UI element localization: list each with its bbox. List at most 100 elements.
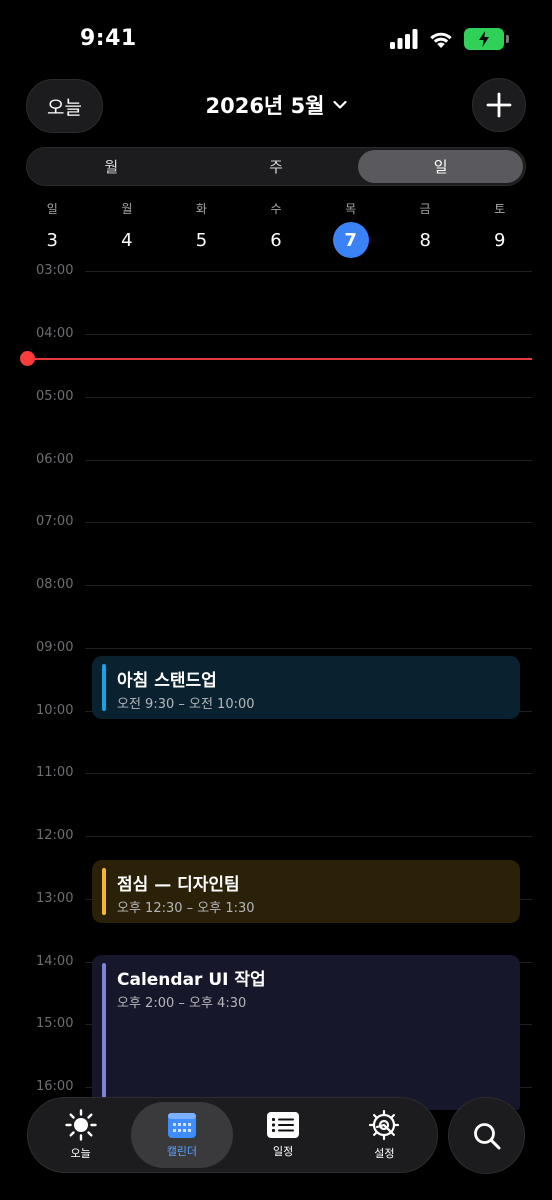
view-mode-segmented-control: 월 주 일 xyxy=(26,147,526,186)
tab-today[interactable]: 오늘 xyxy=(30,1102,131,1168)
event-time: 오후 12:30 – 오후 1:30 xyxy=(117,901,255,916)
segment-week[interactable]: 주 xyxy=(194,150,359,183)
day-number: 5 xyxy=(195,229,208,251)
hour-label: 12:00 xyxy=(36,828,74,843)
event-color-bar xyxy=(102,868,106,915)
tab-bar: 오늘 캘린더 일정 설정 xyxy=(27,1097,438,1173)
hour-label: 14:00 xyxy=(36,954,74,969)
hour-label: 11:00 xyxy=(36,765,74,780)
week-strip: 일 3 월 4 화 5 수 6 목 7 금 8 토 9 xyxy=(15,200,537,260)
week-day[interactable]: 금 8 xyxy=(388,200,463,260)
tab-label: 일정 xyxy=(273,1145,294,1158)
weekday-label: 목 xyxy=(345,202,357,216)
hour-label: 10:00 xyxy=(36,703,74,718)
day-timeline[interactable]: 03:00 04:00 05:00 06:00 07:00 08:00 09:0… xyxy=(0,260,552,1110)
calendar-icon xyxy=(167,1113,196,1138)
week-day[interactable]: 토 9 xyxy=(462,200,537,260)
hour-label: 05:00 xyxy=(36,389,74,404)
hour-label: 16:00 xyxy=(36,1079,74,1094)
week-day-selected[interactable]: 목 7 xyxy=(313,200,388,260)
hour-row: 07:00 xyxy=(0,514,552,529)
hour-label: 13:00 xyxy=(36,891,74,906)
week-day[interactable]: 화 5 xyxy=(164,200,239,260)
hour-divider xyxy=(85,773,532,774)
hour-row: 08:00 xyxy=(0,577,552,592)
weekday-label: 수 xyxy=(270,202,282,216)
weekday-label: 토 xyxy=(494,202,506,216)
day-number: 4 xyxy=(121,229,133,251)
hour-label: 07:00 xyxy=(36,514,74,529)
hour-label: 06:00 xyxy=(36,452,74,467)
hour-row: 11:00 xyxy=(0,765,552,780)
search-button[interactable] xyxy=(448,1097,525,1174)
day-number: 8 xyxy=(419,229,431,251)
hour-label: 03:00 xyxy=(36,263,74,278)
week-day[interactable]: 월 4 xyxy=(90,200,165,260)
hour-divider xyxy=(85,648,532,649)
hour-divider xyxy=(85,334,532,335)
hour-divider xyxy=(85,836,532,837)
hour-row: 05:00 xyxy=(0,389,552,404)
signal-icon xyxy=(390,29,418,49)
week-day[interactable]: 일 3 xyxy=(15,200,90,260)
add-event-button[interactable] xyxy=(472,78,526,132)
wifi-icon xyxy=(430,32,452,48)
tab-calendar[interactable]: 캘린더 xyxy=(131,1102,233,1168)
hour-divider xyxy=(85,271,532,272)
weekday-label: 월 xyxy=(121,202,133,216)
hour-row: 12:00 xyxy=(0,828,552,843)
hour-divider xyxy=(85,585,532,586)
event-color-bar xyxy=(102,963,106,1107)
tab-settings[interactable]: 설정 xyxy=(334,1102,435,1168)
tab-label: 설정 xyxy=(374,1147,395,1160)
event-calendar-ui-work[interactable]: Calendar UI 작업 오후 2:00 – 오후 4:30 xyxy=(92,955,520,1110)
hour-label: 04:00 xyxy=(36,326,74,341)
segment-month[interactable]: 월 xyxy=(29,150,194,183)
day-number: 6 xyxy=(270,229,282,251)
weekday-label: 일 xyxy=(46,202,58,216)
gear-icon xyxy=(369,1109,400,1141)
month-selector[interactable]: 2026년 5월 xyxy=(0,90,552,120)
hour-divider xyxy=(85,522,532,523)
status-icons xyxy=(390,28,509,50)
month-title: 2026년 5월 xyxy=(205,94,325,118)
tab-label: 오늘 xyxy=(70,1147,91,1160)
event-title: 아침 스탠드업 xyxy=(117,671,217,691)
week-day[interactable]: 수 6 xyxy=(239,200,314,260)
battery-icon xyxy=(464,28,509,50)
day-number: 9 xyxy=(494,229,506,251)
event-title: 점심 — 디자인팀 xyxy=(117,875,240,895)
tab-schedule[interactable]: 일정 xyxy=(233,1102,334,1168)
charging-bolt-icon xyxy=(479,31,489,47)
sun-icon xyxy=(64,1109,97,1141)
event-title: Calendar UI 작업 xyxy=(117,970,266,990)
status-time: 9:41 xyxy=(80,26,137,51)
weekday-label: 금 xyxy=(419,202,431,216)
hour-label: 09:00 xyxy=(36,640,74,655)
hour-label: 15:00 xyxy=(36,1016,74,1031)
hour-row: 06:00 xyxy=(0,452,552,467)
hour-row: 04:00 xyxy=(0,326,552,341)
event-time: 오후 2:00 – 오후 4:30 xyxy=(117,996,247,1011)
tab-label: 캘린더 xyxy=(166,1145,198,1158)
hour-row: 09:00 xyxy=(0,640,552,655)
segment-day[interactable]: 일 xyxy=(358,150,524,183)
current-time-line xyxy=(27,358,532,360)
list-icon xyxy=(267,1112,300,1138)
hour-row: 03:00 xyxy=(0,263,552,278)
event-time: 오전 9:30 – 오전 10:00 xyxy=(117,697,255,712)
day-number-selected: 7 xyxy=(332,222,369,258)
status-bar: 9:41 xyxy=(0,0,552,80)
search-icon xyxy=(473,1122,500,1149)
plus-icon xyxy=(486,92,512,118)
event-color-bar xyxy=(102,664,106,711)
event-lunch-design-team[interactable]: 점심 — 디자인팀 오후 12:30 – 오후 1:30 xyxy=(92,860,520,923)
chevron-down-icon xyxy=(332,100,347,109)
weekday-label: 화 xyxy=(195,202,207,216)
event-morning-standup[interactable]: 아침 스탠드업 오전 9:30 – 오전 10:00 xyxy=(92,656,520,719)
day-number: 3 xyxy=(46,229,58,251)
hour-label: 08:00 xyxy=(36,577,74,592)
hour-divider xyxy=(85,397,532,398)
hour-divider xyxy=(85,460,532,461)
current-time-dot xyxy=(20,351,35,366)
